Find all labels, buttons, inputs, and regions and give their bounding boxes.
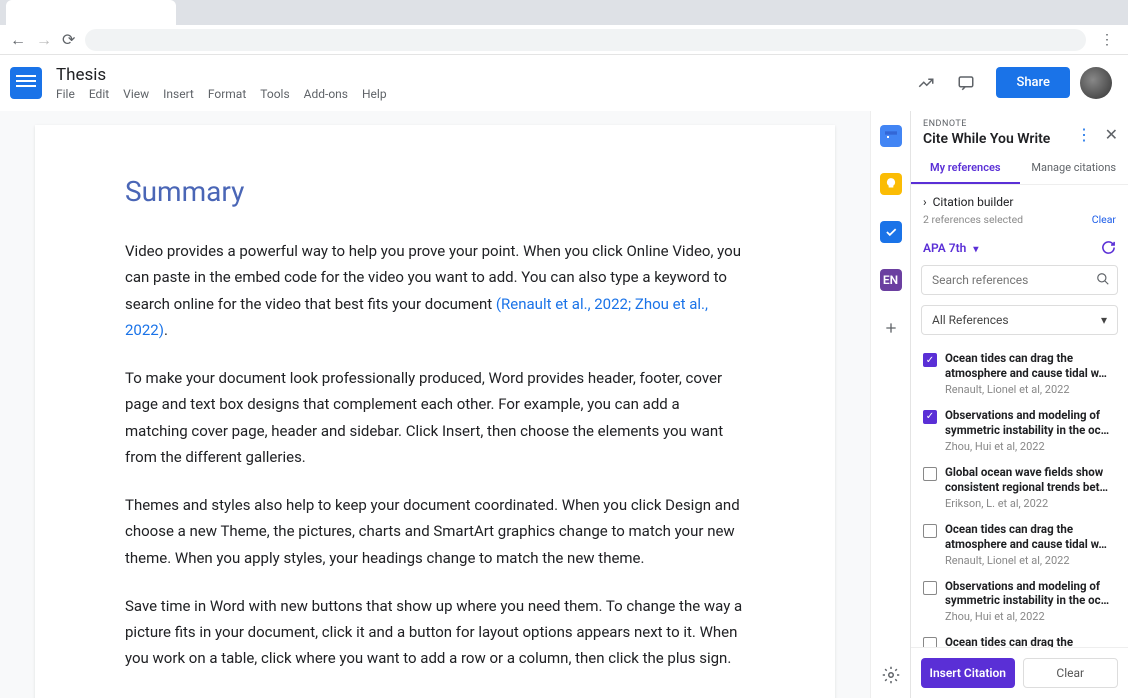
reference-title: Ocean tides can drag the atmosphere and … bbox=[945, 635, 1116, 647]
add-addon-icon[interactable] bbox=[880, 317, 902, 339]
panel-close-icon[interactable]: ✕ bbox=[1105, 125, 1118, 144]
paragraph: To make your document look professionall… bbox=[125, 365, 745, 470]
search-references-input[interactable] bbox=[921, 265, 1118, 295]
tasks-icon[interactable] bbox=[880, 221, 902, 243]
document-canvas[interactable]: Summary Video provides a powerful way to… bbox=[0, 111, 870, 698]
reference-item[interactable]: Ocean tides can drag the atmosphere and … bbox=[911, 629, 1128, 647]
menu-edit[interactable]: Edit bbox=[89, 87, 109, 101]
reference-title: Observations and modeling of symmetric i… bbox=[945, 579, 1116, 609]
menu-help[interactable]: Help bbox=[362, 87, 387, 101]
reference-item[interactable]: Observations and modeling of symmetric i… bbox=[911, 573, 1128, 630]
reference-checkbox[interactable] bbox=[923, 637, 937, 647]
share-button[interactable]: Share bbox=[996, 67, 1070, 98]
menubar: File Edit View Insert Format Tools Add-ons Help bbox=[56, 87, 387, 101]
menu-insert[interactable]: Insert bbox=[163, 87, 194, 101]
back-button[interactable]: ← bbox=[10, 30, 26, 50]
menu-view[interactable]: View bbox=[123, 87, 149, 101]
paragraph: Themes and styles also help to keep your… bbox=[125, 492, 745, 571]
browser-tab[interactable] bbox=[6, 0, 176, 25]
address-input[interactable] bbox=[85, 29, 1086, 51]
citation-builder-toggle[interactable]: › Citation builder bbox=[911, 185, 1128, 211]
chrome-menu-icon[interactable]: ⋮ bbox=[1096, 32, 1118, 48]
chevron-down-icon: ▾ bbox=[973, 244, 978, 255]
side-rail: EN bbox=[870, 111, 910, 698]
chevron-down-icon: ▾ bbox=[1101, 313, 1107, 327]
document-title[interactable]: Thesis bbox=[56, 65, 387, 85]
tab-my-references[interactable]: My references bbox=[911, 153, 1020, 184]
reference-item[interactable]: Global ocean wave fields show consistent… bbox=[911, 459, 1128, 516]
docs-logo-icon[interactable] bbox=[10, 67, 42, 99]
reference-title: Observations and modeling of symmetric i… bbox=[945, 408, 1116, 438]
keep-icon[interactable] bbox=[880, 173, 902, 195]
panel-tabs: My references Manage citations bbox=[911, 153, 1128, 185]
endnote-panel: ENDNOTE Cite While You Write ⋮ ✕ My refe… bbox=[910, 111, 1128, 698]
tab-manage-citations[interactable]: Manage citations bbox=[1020, 153, 1128, 184]
endnote-icon[interactable]: EN bbox=[880, 269, 902, 291]
browser-tab-strip bbox=[0, 0, 1128, 25]
search-icon[interactable] bbox=[1096, 272, 1110, 286]
panel-more-icon[interactable]: ⋮ bbox=[1076, 125, 1092, 144]
menu-tools[interactable]: Tools bbox=[260, 87, 289, 101]
reference-checkbox[interactable] bbox=[923, 581, 937, 595]
reference-group-select[interactable]: All References ▾ bbox=[921, 305, 1118, 335]
paragraph: Video provides a powerful way to help yo… bbox=[125, 238, 745, 343]
settings-icon[interactable] bbox=[880, 664, 902, 686]
reference-item[interactable]: ✓ Ocean tides can drag the atmosphere and… bbox=[911, 345, 1128, 402]
clear-selection-link[interactable]: Clear bbox=[1092, 213, 1116, 226]
menu-format[interactable]: Format bbox=[208, 87, 246, 101]
reference-checkbox[interactable]: ✓ bbox=[923, 353, 937, 367]
reference-title: Ocean tides can drag the atmosphere and … bbox=[945, 522, 1116, 552]
avatar[interactable] bbox=[1080, 67, 1112, 99]
reference-title: Ocean tides can drag the atmosphere and … bbox=[945, 351, 1116, 381]
reference-authors: Renault, Lionel et al, 2022 bbox=[945, 383, 1116, 396]
insert-citation-button[interactable]: Insert Citation bbox=[921, 658, 1015, 688]
reference-checkbox[interactable]: ✓ bbox=[923, 410, 937, 424]
selected-count: 2 references selected bbox=[923, 213, 1023, 226]
paragraph: Save time in Word with new buttons that … bbox=[125, 593, 745, 672]
reference-list: ✓ Ocean tides can drag the atmosphere and… bbox=[911, 341, 1128, 647]
reference-authors: Zhou, Hui et al, 2022 bbox=[945, 440, 1116, 453]
forward-button[interactable]: → bbox=[36, 30, 52, 50]
reference-checkbox[interactable] bbox=[923, 524, 937, 538]
menu-file[interactable]: File bbox=[56, 87, 75, 101]
heading-summary: Summary bbox=[125, 175, 745, 208]
calendar-icon[interactable] bbox=[880, 125, 902, 147]
reference-item[interactable]: ✓ Observations and modeling of symmetric … bbox=[911, 402, 1128, 459]
refresh-icon[interactable] bbox=[1101, 240, 1116, 255]
comment-icon[interactable] bbox=[952, 69, 980, 97]
reference-item[interactable]: Ocean tides can drag the atmosphere and … bbox=[911, 516, 1128, 573]
menu-add-ons[interactable]: Add-ons bbox=[304, 87, 348, 101]
reference-authors: Renault, Lionel et al, 2022 bbox=[945, 554, 1116, 567]
reference-checkbox[interactable] bbox=[923, 467, 937, 481]
citation-style-dropdown[interactable]: APA 7th ▾ bbox=[923, 241, 978, 255]
clear-button[interactable]: Clear bbox=[1023, 658, 1119, 688]
document-page[interactable]: Summary Video provides a powerful way to… bbox=[35, 125, 835, 698]
reference-authors: Erikson, L. et al, 2022 bbox=[945, 497, 1116, 510]
app-header: Thesis File Edit View Insert Format Tools Add-… bbox=[0, 55, 1128, 111]
chevron-right-icon: › bbox=[923, 195, 927, 209]
browser-toolbar: ← → ⟳ ⋮ bbox=[0, 25, 1128, 55]
trends-icon[interactable] bbox=[912, 69, 940, 97]
reference-authors: Zhou, Hui et al, 2022 bbox=[945, 610, 1116, 623]
reload-button[interactable]: ⟳ bbox=[62, 30, 75, 49]
reference-title: Global ocean wave fields show consistent… bbox=[945, 465, 1116, 495]
